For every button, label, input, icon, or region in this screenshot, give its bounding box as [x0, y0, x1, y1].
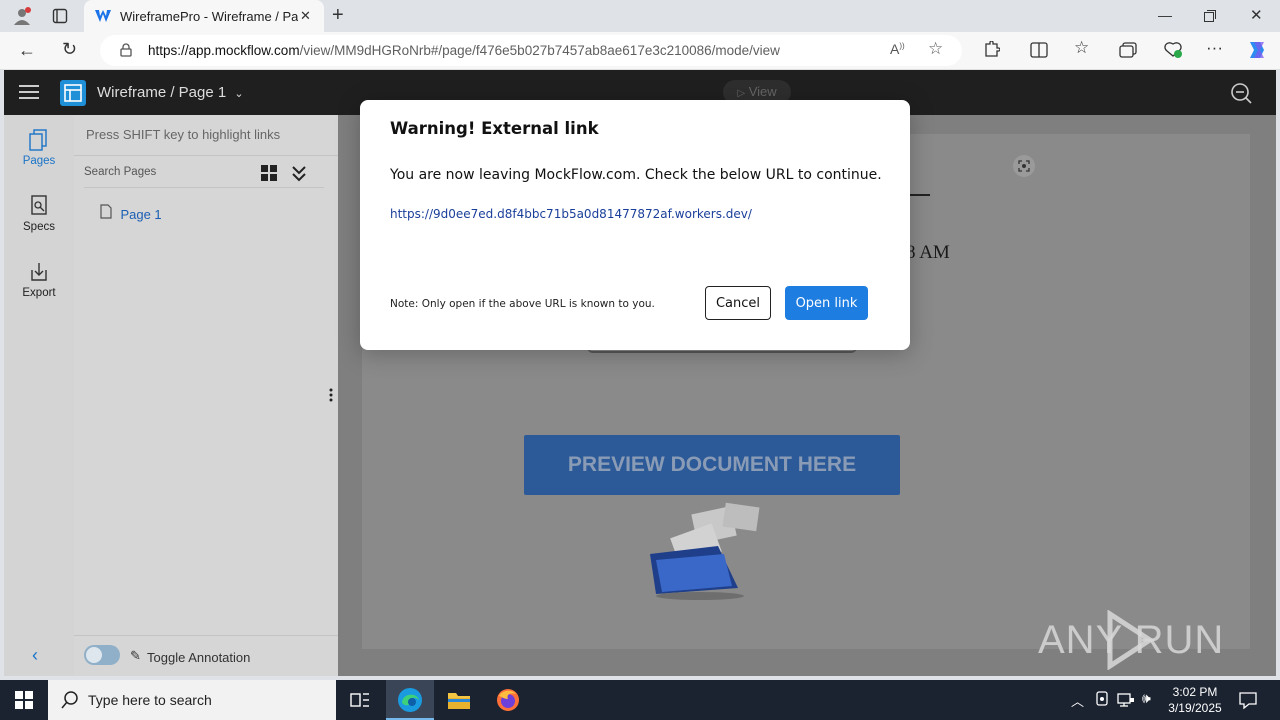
open-link-button[interactable]: Open link [785, 286, 868, 320]
windows-taskbar: Type here to search ︿ 🕪 3:02 PM 3/19/202… [0, 680, 1280, 720]
volume-icon[interactable]: 🕪 [1142, 690, 1151, 707]
network-icon[interactable] [1117, 692, 1135, 711]
dialog-message: You are now leaving MockFlow.com. Check … [390, 167, 882, 183]
taskbar-search-placeholder: Type here to search [88, 692, 212, 708]
dialog-title: Warning! External link [390, 119, 599, 138]
task-view-icon[interactable] [350, 691, 370, 714]
dialog-note: Note: Only open if the above URL is know… [390, 298, 655, 310]
taskbar-search-box[interactable]: Type here to search [48, 680, 336, 720]
watermark-text: ANY RUN [1038, 618, 1225, 662]
anyrun-watermark: ANY RUN [1038, 610, 1238, 670]
notifications-icon[interactable] [1238, 690, 1258, 713]
search-icon [61, 691, 79, 714]
edge-taskbar-icon[interactable] [386, 680, 434, 720]
external-url-link[interactable]: https://9d0ee7ed.d8f4bbc71b5a0d81477872a… [390, 207, 752, 221]
clock[interactable]: 3:02 PM 3/19/2025 [1166, 684, 1224, 716]
external-link-dialog: Warning! External link You are now leavi… [360, 100, 910, 350]
windows-start-icon[interactable] [15, 691, 33, 714]
tray-chevron-up-icon[interactable]: ︿ [1071, 691, 1084, 710]
clock-time: 3:02 PM [1172, 685, 1218, 699]
cancel-button[interactable]: Cancel [705, 286, 771, 320]
file-explorer-icon[interactable] [447, 689, 471, 716]
tray-device-icon[interactable] [1095, 691, 1109, 710]
clock-date: 3/19/2025 [1168, 701, 1222, 715]
firefox-icon[interactable] [496, 688, 520, 717]
